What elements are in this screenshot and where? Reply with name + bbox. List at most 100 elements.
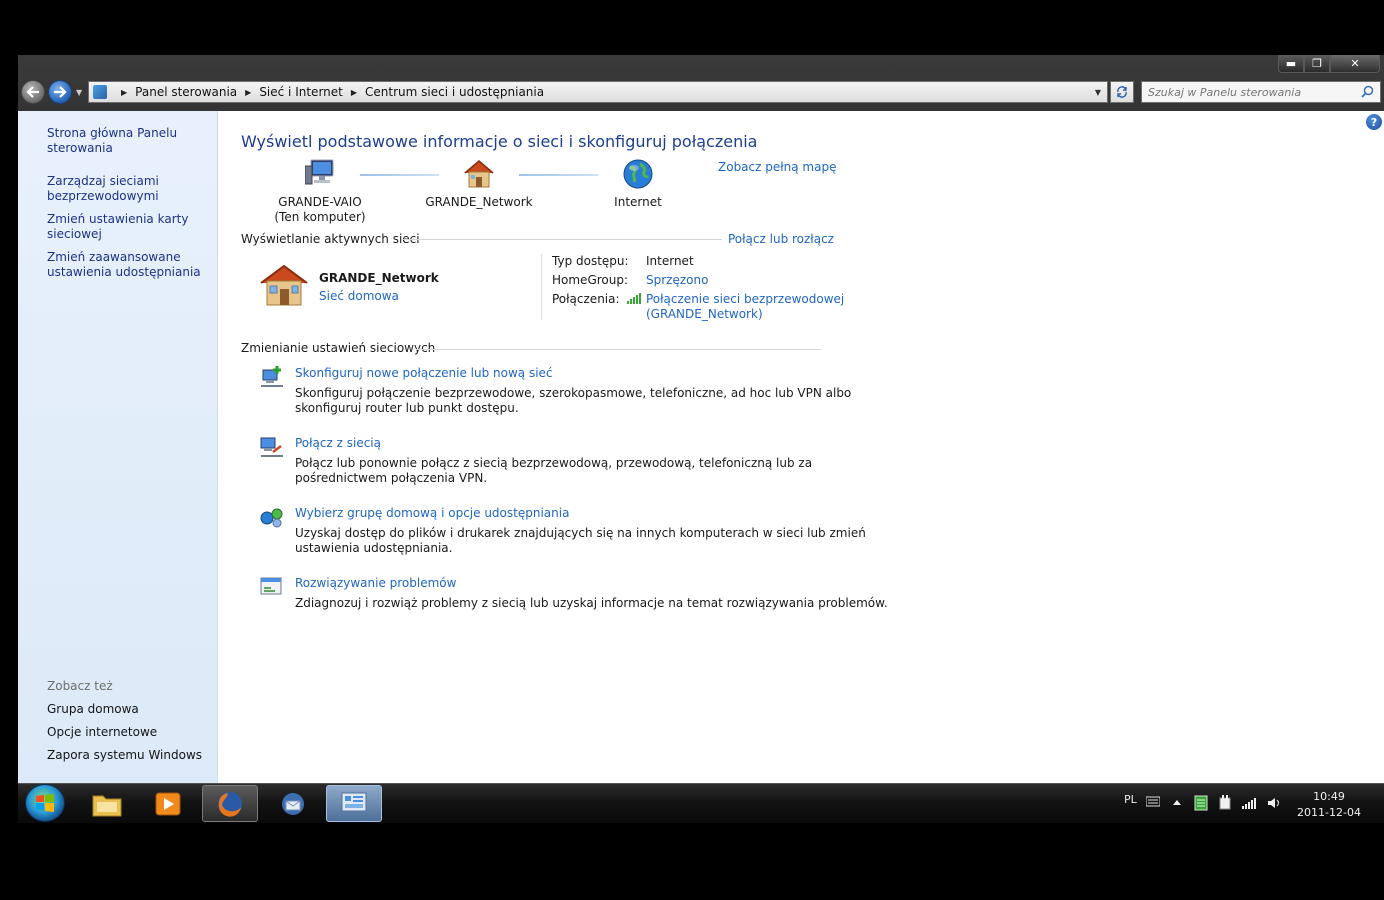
troubleshoot-icon [260, 577, 282, 595]
address-bar[interactable]: ▶ Panel sterowania ▶ Sieć i Internet ▶ C… [88, 81, 1108, 103]
chevron-right-icon[interactable]: ▶ [245, 88, 251, 97]
see-also-header: Zobacz też [47, 679, 113, 693]
connect-network-icon [260, 437, 283, 457]
home-network-icon [260, 264, 308, 306]
breadcrumb-item[interactable]: Panel sterowania [135, 85, 237, 99]
computer-name: GRANDE-VAIO [278, 195, 362, 209]
language-indicator[interactable]: PL [1124, 793, 1137, 806]
globe-icon[interactable] [622, 158, 654, 190]
task-desc-line: pośrednictwem połączenia VPN. [295, 471, 488, 485]
see-also-firewall[interactable]: Zapora systemu Windows [47, 748, 207, 763]
section-divider [416, 349, 821, 350]
access-type-value: Internet [646, 254, 694, 268]
chevron-down-icon[interactable]: ▼ [1095, 88, 1101, 97]
see-also-internet-options[interactable]: Opcje internetowe [47, 725, 207, 740]
help-icon[interactable]: ? [1366, 114, 1382, 130]
battery-icon[interactable] [1194, 795, 1208, 811]
breadcrumb-item[interactable]: Sieć i Internet [259, 85, 343, 99]
connection-name[interactable]: Połączenie sieci bezprzewodowej [646, 292, 844, 307]
connection-ssid[interactable]: (GRANDE_Network) [646, 307, 844, 322]
access-type-label: Typ dostępu: [552, 254, 629, 268]
homegroup-label: HomeGroup: [552, 273, 629, 287]
refresh-button[interactable] [1110, 81, 1134, 103]
task-troubleshoot-link[interactable]: Rozwiązywanie problemów [295, 576, 456, 590]
map-internet-label: Internet [614, 195, 662, 209]
thunderbird-icon [282, 792, 304, 815]
task-connect-network-link[interactable]: Połącz z siecią [295, 436, 381, 450]
taskbar-explorer[interactable] [79, 785, 135, 822]
power-plug-icon[interactable] [1218, 795, 1232, 811]
task-homegroup-link[interactable]: Wybierz grupę domową i opcje udostępnian… [295, 506, 569, 520]
windows-logo-icon [36, 794, 54, 812]
full-map-link[interactable]: Zobacz pełną mapę [718, 160, 836, 174]
wifi-signal-icon [627, 293, 641, 304]
forward-button[interactable] [48, 80, 72, 104]
volume-icon[interactable] [1267, 796, 1281, 810]
task-desc-line: skonfiguruj router lub punkt dostępu. [295, 401, 519, 415]
search-icon[interactable] [1361, 85, 1374, 98]
taskbar-thunderbird[interactable] [265, 785, 321, 822]
sidebar: Strona główna Panelu sterowania Zarządza… [18, 111, 218, 783]
wireless-connection-link[interactable]: Połączenie sieci bezprzewodowej (GRANDE_… [646, 292, 844, 322]
task-desc-line: Skonfiguruj połączenie bezprzewodowe, sz… [295, 386, 852, 400]
screen: ▬ ❐ ✕ ▼ ▶ Panel sterowania ▶ Sieć i Inte… [0, 0, 1384, 900]
arrow-left-icon [26, 86, 39, 98]
map-connector [519, 174, 598, 176]
firefox-icon [218, 791, 242, 817]
task-desc-line: Połącz lub ponownie połącz z siecią bezp… [295, 456, 813, 470]
vertical-divider [541, 254, 542, 320]
see-also-homegroup[interactable]: Grupa domowa [47, 702, 207, 717]
computer-icon[interactable] [305, 158, 337, 188]
section-divider [402, 239, 722, 240]
task-new-connection-desc: Skonfiguruj połączenie bezprzewodowe, sz… [295, 386, 851, 416]
homegroup-link[interactable]: Sprzęzono [646, 273, 708, 287]
show-hidden-icons[interactable] [1172, 798, 1182, 806]
close-button[interactable]: ✕ [1330, 55, 1380, 73]
sidebar-link-home[interactable]: Strona główna Panelu sterowania [47, 126, 207, 156]
task-desc-line: Uzyskaj dostęp do plików i drukarek znaj… [295, 526, 866, 540]
sidebar-link-manage-wireless[interactable]: Zarządzaj sieciami bezprzewodowymi [47, 174, 207, 204]
arrow-right-icon [54, 86, 67, 98]
computer-sub: (Ten komputer) [274, 210, 366, 224]
task-new-connection-link[interactable]: Skonfiguruj nowe połączenie lub nową sie… [295, 366, 553, 380]
new-connection-icon [261, 366, 283, 387]
sidebar-link-advanced-sharing[interactable]: Zmień zaawansowane ustawienia udostępnia… [47, 250, 207, 280]
task-homegroup-desc: Uzyskaj dostęp do plików i drukarek znaj… [295, 526, 866, 556]
page-title: Wyświetl podstawowe informacje o sieci i… [241, 132, 758, 151]
back-button[interactable] [21, 80, 45, 104]
recent-pages-dropdown[interactable]: ▼ [76, 88, 82, 97]
network-type-link[interactable]: Sieć domowa [319, 289, 399, 303]
media-player-icon [155, 792, 181, 815]
maximize-button[interactable]: ❐ [1304, 55, 1330, 73]
minimize-button[interactable]: ▬ [1278, 55, 1304, 73]
house-icon[interactable] [462, 158, 496, 190]
control-panel-icon [341, 792, 367, 811]
task-connect-network-desc: Połącz lub ponownie połącz z siecią bezp… [295, 456, 812, 486]
change-settings-header: Zmienianie ustawień sieciowych [241, 341, 436, 355]
clock-time[interactable]: 10:49 [1293, 789, 1365, 805]
homegroup-icon [260, 508, 283, 528]
start-button[interactable] [25, 784, 65, 822]
chevron-right-icon[interactable]: ▶ [121, 88, 127, 97]
taskbar-control-panel[interactable] [326, 785, 382, 822]
folder-icon [92, 795, 122, 816]
breadcrumb-item[interactable]: Centrum sieci i udostępniania [365, 85, 544, 99]
active-networks-header: Wyświetlanie aktywnych sieci [241, 232, 420, 246]
connections-label: Połączenia: [552, 292, 620, 306]
sidebar-link-adapter-settings[interactable]: Zmień ustawienia karty sieciowej [47, 212, 207, 242]
task-troubleshoot-desc: Zdiagnozuj i rozwiąż problemy z siecią l… [295, 596, 888, 610]
taskbar-media-player[interactable] [140, 785, 196, 822]
chevron-right-icon[interactable]: ▶ [351, 88, 357, 97]
main-panel [218, 111, 1384, 783]
keyboard-icon[interactable] [1146, 795, 1160, 807]
search-input[interactable] [1148, 85, 1358, 99]
clock-date[interactable]: 2011-12-04 [1293, 805, 1365, 821]
wifi-tray-icon[interactable] [1242, 797, 1258, 809]
refresh-icon [1117, 86, 1127, 98]
clock[interactable]: 10:49 2011-12-04 [1293, 789, 1365, 821]
map-computer-label: GRANDE-VAIO (Ten komputer) [270, 195, 370, 225]
taskbar-firefox[interactable] [202, 785, 258, 822]
connect-disconnect-link[interactable]: Połącz lub rozłącz [728, 232, 834, 246]
control-panel-icon [93, 85, 107, 99]
search-box[interactable] [1141, 81, 1381, 103]
